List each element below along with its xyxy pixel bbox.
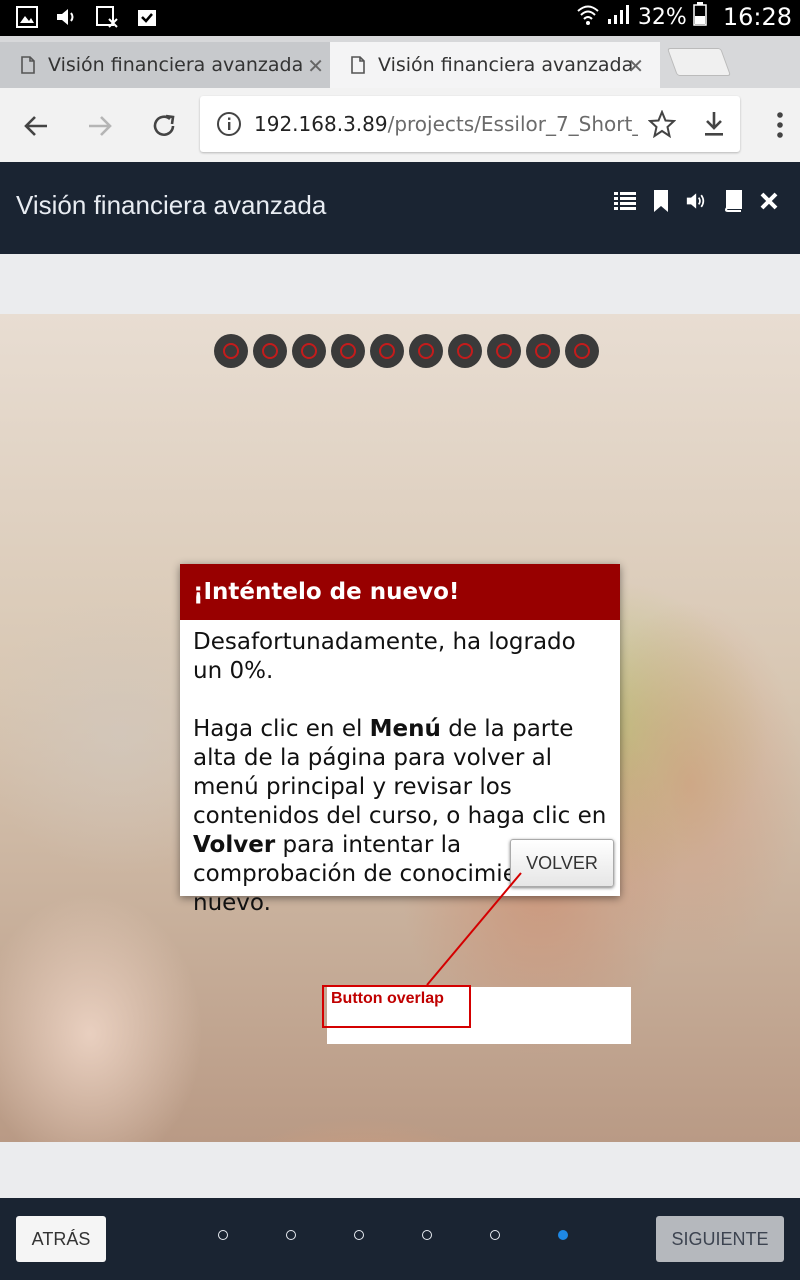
progress-ring — [574, 343, 590, 359]
course-footer: ATRÁS SIGUIENTE — [0, 1198, 800, 1280]
annotation-label: Button overlap — [331, 990, 444, 1007]
tab-title: Visión financiera avanzada — [378, 54, 634, 76]
bookmark-star-icon[interactable] — [647, 109, 677, 142]
status-bar: 32% 16:28 — [0, 0, 800, 36]
browser-tab-1[interactable]: Visión financiera avanzada ✕ — [0, 42, 340, 88]
course-header: Visión financiera avanzada — [0, 162, 800, 254]
progress-dot — [331, 334, 365, 368]
glossary-book-icon[interactable] — [722, 188, 744, 214]
url-host: 192.168.3.89 — [254, 112, 388, 136]
score-message: Desafortunadamente, ha logrado un 0%. — [193, 629, 576, 684]
cast-icon — [94, 4, 120, 30]
bookmark-icon[interactable] — [650, 188, 672, 214]
menu-list-icon[interactable] — [614, 188, 636, 214]
page-indicator — [218, 1230, 568, 1240]
progress-dot — [253, 334, 287, 368]
tab-title: Visión financiera avanzada — [48, 54, 304, 76]
progress-ring — [535, 343, 551, 359]
volver-emphasis: Volver — [193, 832, 276, 858]
page-dot-active[interactable] — [558, 1230, 568, 1240]
page-icon — [350, 56, 366, 74]
audio-icon[interactable] — [686, 188, 708, 214]
dialog-title: ¡Inténtelo de nuevo! — [180, 564, 620, 620]
url-path: /projects/Essilor_7_Short_C — [387, 112, 638, 136]
page-dot[interactable] — [354, 1230, 364, 1240]
menu-emphasis: Menú — [369, 716, 441, 742]
progress-dot — [526, 334, 560, 368]
progress-dot — [565, 334, 599, 368]
signal-icon — [606, 3, 632, 31]
progress-ring — [301, 343, 317, 359]
new-tab-button[interactable] — [666, 48, 732, 76]
progress-dot — [448, 334, 482, 368]
reload-icon[interactable] — [144, 106, 184, 146]
url-field[interactable]: 192.168.3.89/projects/Essilor_7_Short_C — [200, 96, 740, 152]
page-dot[interactable] — [490, 1230, 500, 1240]
clipboard-check-icon — [134, 4, 160, 30]
next-button[interactable]: SIGUIENTE — [656, 1216, 784, 1262]
progress-dot — [214, 334, 248, 368]
progress-ring — [496, 343, 512, 359]
instruction-text: Haga clic en el — [193, 716, 370, 742]
back-button[interactable]: ATRÁS — [16, 1216, 106, 1262]
page-dot[interactable] — [286, 1230, 296, 1240]
progress-dot — [370, 334, 404, 368]
gallery-icon — [14, 4, 40, 30]
question-progress — [214, 334, 599, 368]
progress-ring — [262, 343, 278, 359]
clock: 16:28 — [722, 3, 792, 31]
browser-tab-2[interactable]: Visión financiera avanzada ✕ — [330, 42, 660, 88]
page-dot[interactable] — [422, 1230, 432, 1240]
browser-toolbar: 192.168.3.89/projects/Essilor_7_Short_C — [0, 88, 800, 163]
page-icon — [20, 56, 36, 74]
url-text: 192.168.3.89/projects/Essilor_7_Short_C — [254, 112, 638, 136]
progress-dot — [409, 334, 443, 368]
volver-button[interactable]: VOLVER — [510, 839, 614, 887]
content-bottom-band — [0, 1142, 800, 1198]
close-tab-icon[interactable]: ✕ — [307, 54, 324, 78]
battery-percent: 32% — [637, 4, 687, 30]
instruction-message: Haga clic en el Menú de la parte alta de… — [193, 715, 612, 918]
progress-ring — [457, 343, 473, 359]
progress-dot — [487, 334, 521, 368]
close-icon[interactable] — [758, 188, 780, 214]
info-icon[interactable] — [216, 111, 242, 141]
progress-ring — [379, 343, 395, 359]
content-top-band — [0, 254, 800, 314]
progress-ring — [418, 343, 434, 359]
download-icon[interactable] — [702, 110, 726, 142]
battery-icon — [693, 2, 707, 32]
forward-arrow-icon[interactable] — [80, 106, 120, 146]
page-dot[interactable] — [218, 1230, 228, 1240]
progress-ring — [223, 343, 239, 359]
progress-ring — [340, 343, 356, 359]
browser-menu-icon[interactable] — [776, 110, 784, 140]
wifi-icon — [576, 2, 600, 32]
back-arrow-icon[interactable] — [16, 106, 56, 146]
volume-icon — [54, 4, 80, 30]
close-tab-icon[interactable]: ✕ — [627, 54, 644, 78]
progress-dot — [292, 334, 326, 368]
course-title: Visión financiera avanzada — [16, 190, 327, 220]
